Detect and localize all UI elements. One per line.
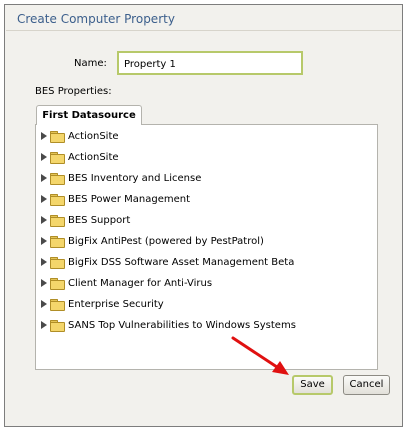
folder-icon [50, 319, 65, 332]
tab-first-datasource[interactable]: First Datasource [36, 105, 142, 125]
expand-arrow-icon[interactable] [41, 321, 47, 329]
tree-item[interactable]: BigFix AntiPest (powered by PestPatrol) [41, 233, 264, 249]
tree-item[interactable]: ActionSite [41, 128, 119, 144]
folder-icon [50, 298, 65, 311]
expand-arrow-icon[interactable] [41, 300, 47, 308]
folder-icon [50, 214, 65, 227]
dialog-title: Create Computer Property [17, 12, 175, 26]
expand-arrow-icon[interactable] [41, 195, 47, 203]
tree-item-label: BES Support [68, 214, 131, 226]
expand-arrow-icon[interactable] [41, 174, 47, 182]
folder-icon [50, 235, 65, 248]
properties-tree-panel: ActionSite ActionSite BES Inventory and … [35, 124, 378, 370]
tree-item-label: BES Power Management [68, 193, 190, 205]
folder-icon [50, 151, 65, 164]
folder-icon [50, 130, 65, 143]
tree-item[interactable]: BES Support [41, 212, 130, 228]
expand-arrow-icon[interactable] [41, 153, 47, 161]
folder-icon [50, 172, 65, 185]
tree-item-label: ActionSite [68, 130, 119, 142]
create-computer-property-dialog: Create Computer Property Name: BES Prope… [4, 4, 403, 427]
expand-arrow-icon[interactable] [41, 216, 47, 224]
folder-icon [50, 277, 65, 290]
tree-item-label: BES Inventory and License [68, 172, 202, 184]
save-button[interactable]: Save [292, 375, 333, 395]
tree-item-label: BigFix DSS Software Asset Management Bet… [68, 256, 295, 268]
expand-arrow-icon[interactable] [41, 258, 47, 266]
tree-item[interactable]: ActionSite [41, 149, 119, 165]
tree-item-label: SANS Top Vulnerabilities to Windows Syst… [68, 319, 296, 331]
expand-arrow-icon[interactable] [41, 237, 47, 245]
tree-item-label: BigFix AntiPest (powered by PestPatrol) [68, 235, 264, 247]
tree-item[interactable]: BES Power Management [41, 191, 190, 207]
expand-arrow-icon[interactable] [41, 279, 47, 287]
cancel-button[interactable]: Cancel [343, 375, 390, 395]
tree-item[interactable]: SANS Top Vulnerabilities to Windows Syst… [41, 317, 296, 333]
expand-arrow-icon[interactable] [41, 132, 47, 140]
tree-item[interactable]: Enterprise Security [41, 296, 164, 312]
title-divider [6, 30, 401, 31]
tree-item[interactable]: BES Inventory and License [41, 170, 201, 186]
tree-item[interactable]: BigFix DSS Software Asset Management Bet… [41, 254, 294, 270]
tree-item[interactable]: Client Manager for Anti-Virus [41, 275, 212, 291]
tree-item-label: Client Manager for Anti-Virus [68, 277, 213, 289]
name-input[interactable] [117, 51, 303, 75]
tree-item-label: Enterprise Security [68, 298, 164, 310]
folder-icon [50, 256, 65, 269]
tree-item-label: ActionSite [68, 151, 119, 163]
folder-icon [50, 193, 65, 206]
name-label: Name: [74, 58, 107, 69]
bes-properties-label: BES Properties: [35, 86, 112, 97]
